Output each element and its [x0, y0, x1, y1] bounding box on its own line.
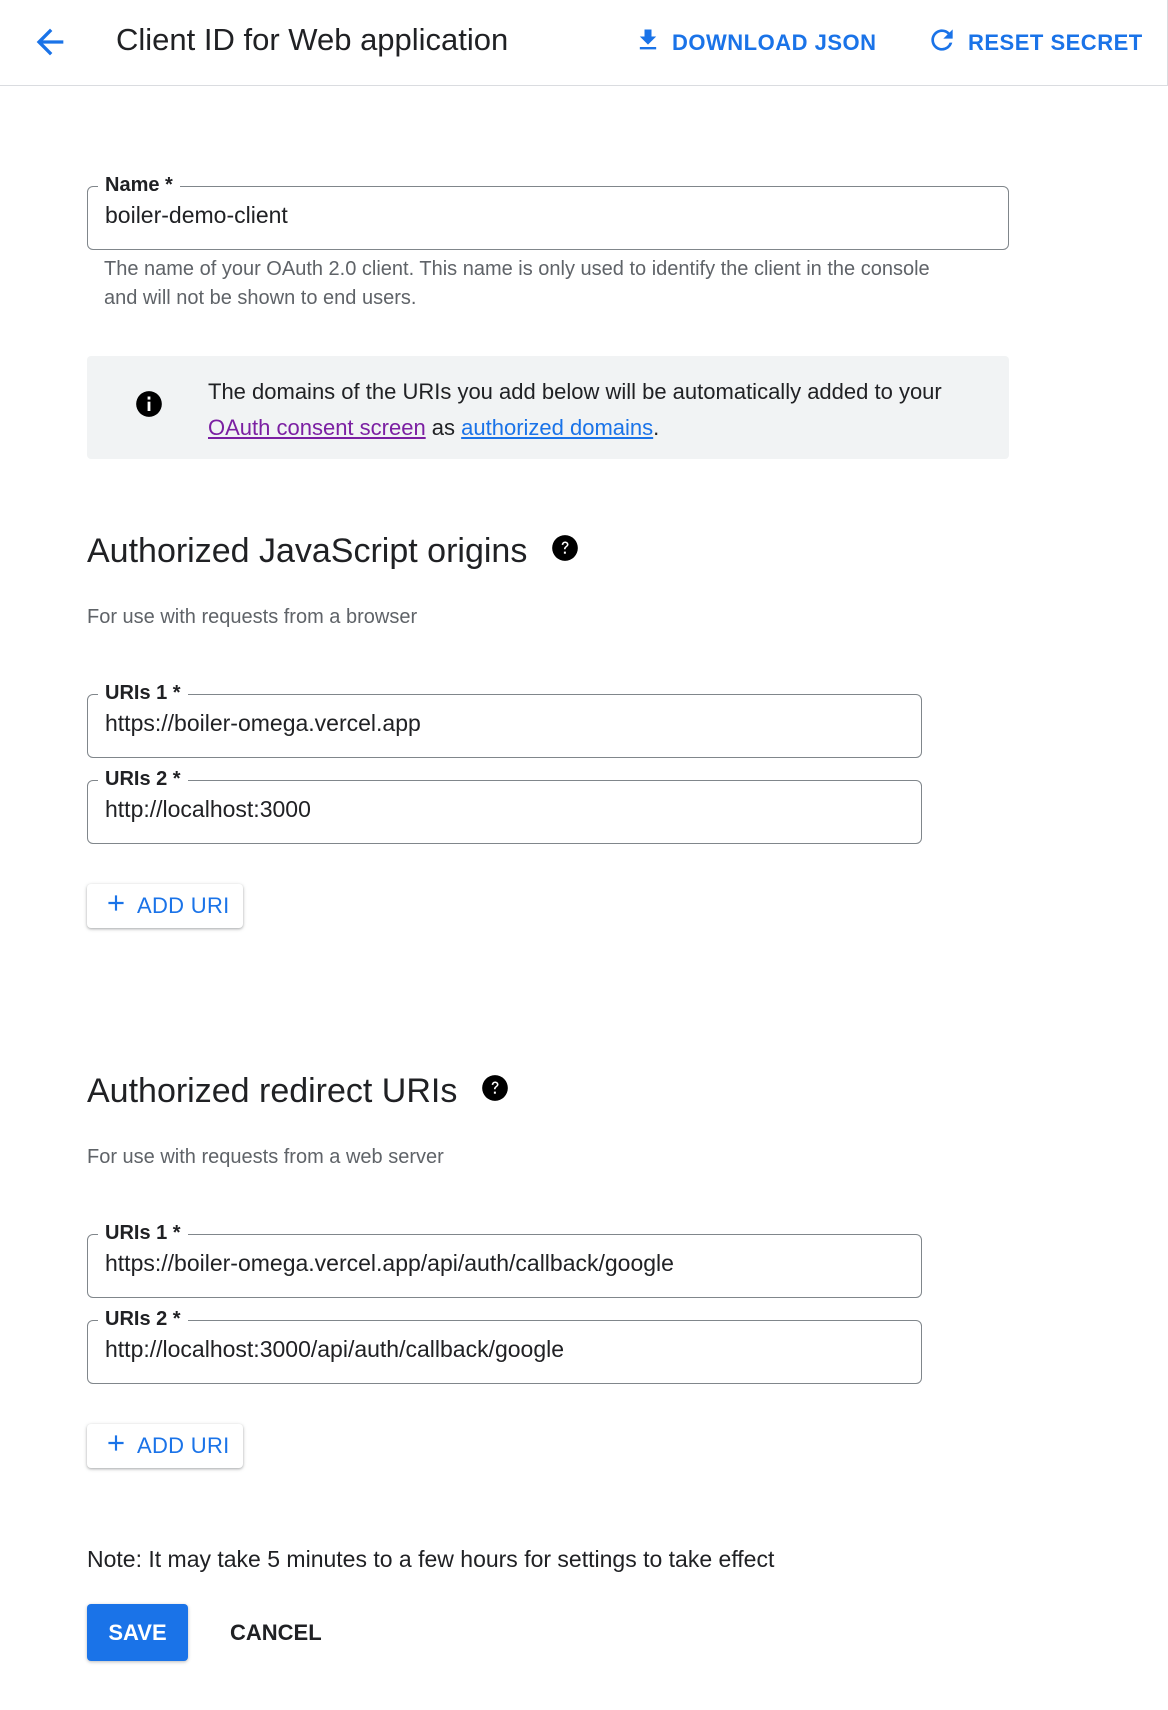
reset-secret-button[interactable]: RESET SECRET	[926, 28, 1143, 58]
download-json-label: DOWNLOAD JSON	[672, 30, 877, 55]
add-redirect-uri-button[interactable]: ADD URI	[87, 1424, 243, 1468]
info-text-part: The domains of the URIs you add below wi…	[208, 379, 942, 404]
authorized-domains-link[interactable]: authorized domains	[461, 415, 653, 440]
uri-field-value[interactable]: http://localhost:3000	[105, 796, 311, 823]
uri-field-label: URIs 1 *	[98, 681, 188, 705]
name-field-value[interactable]: boiler-demo-client	[105, 202, 288, 229]
help-icon[interactable]	[481, 1072, 509, 1111]
name-helper-text: The name of your OAuth 2.0 client. This …	[104, 258, 930, 309]
back-arrow-icon[interactable]	[30, 22, 70, 62]
oauth-consent-screen-link[interactable]: OAuth consent screen	[208, 415, 426, 440]
uri-field-value[interactable]: http://localhost:3000/api/auth/callback/…	[105, 1336, 564, 1363]
plus-icon	[87, 1430, 137, 1462]
info-banner: The domains of the URIs you add below wi…	[87, 356, 1009, 459]
name-field-label: Name *	[98, 173, 180, 197]
redirect-uri-field[interactable]: URIs 2 * http://localhost:3000/api/auth/…	[87, 1307, 922, 1384]
uri-field-value[interactable]: https://boiler-omega.vercel.app/api/auth…	[105, 1250, 674, 1277]
js-origins-title: Authorized JavaScript origins	[87, 532, 528, 570]
cancel-button[interactable]: CANCEL	[230, 1604, 322, 1661]
name-field[interactable]: Name * boiler-demo-client	[87, 173, 1009, 250]
refresh-icon	[926, 24, 968, 62]
redirect-uri-field[interactable]: URIs 1 * https://boiler-omega.vercel.app…	[87, 1221, 922, 1298]
add-uri-label: ADD URI	[137, 893, 230, 918]
reset-secret-label: RESET SECRET	[968, 30, 1143, 55]
js-origin-uri-field[interactable]: URIs 1 * https://boiler-omega.vercel.app	[87, 681, 922, 758]
settings-note: Note: It may take 5 minutes to a few hou…	[87, 1546, 775, 1572]
info-text: The domains of the URIs you add below wi…	[208, 374, 968, 446]
save-button[interactable]: SAVE	[87, 1604, 188, 1661]
help-icon[interactable]	[551, 532, 579, 571]
info-text-part: as	[425, 415, 462, 440]
info-icon	[135, 390, 163, 423]
uri-field-label: URIs 1 *	[98, 1221, 188, 1245]
js-origin-uri-field[interactable]: URIs 2 * http://localhost:3000	[87, 767, 922, 844]
uri-field-value[interactable]: https://boiler-omega.vercel.app	[105, 710, 421, 737]
js-origins-subtitle: For use with requests from a browser	[87, 606, 418, 628]
add-js-origin-uri-button[interactable]: ADD URI	[87, 884, 243, 928]
plus-icon	[87, 890, 137, 922]
page-title: Client ID for Web application	[116, 22, 509, 57]
top-app-bar: Client ID for Web application DOWNLOAD J…	[0, 0, 1168, 86]
uri-field-label: URIs 2 *	[98, 767, 188, 791]
uri-field-label: URIs 2 *	[98, 1307, 188, 1331]
download-json-button[interactable]: DOWNLOAD JSON	[634, 28, 877, 58]
redirect-uris-heading: Authorized redirect URIs	[87, 1072, 509, 1111]
info-text-part: .	[653, 415, 660, 440]
redirect-uris-subtitle: For use with requests from a web server	[87, 1146, 444, 1168]
redirect-uris-title: Authorized redirect URIs	[87, 1072, 458, 1110]
download-icon	[634, 26, 672, 60]
add-uri-label: ADD URI	[137, 1433, 230, 1458]
js-origins-heading: Authorized JavaScript origins	[87, 532, 579, 571]
